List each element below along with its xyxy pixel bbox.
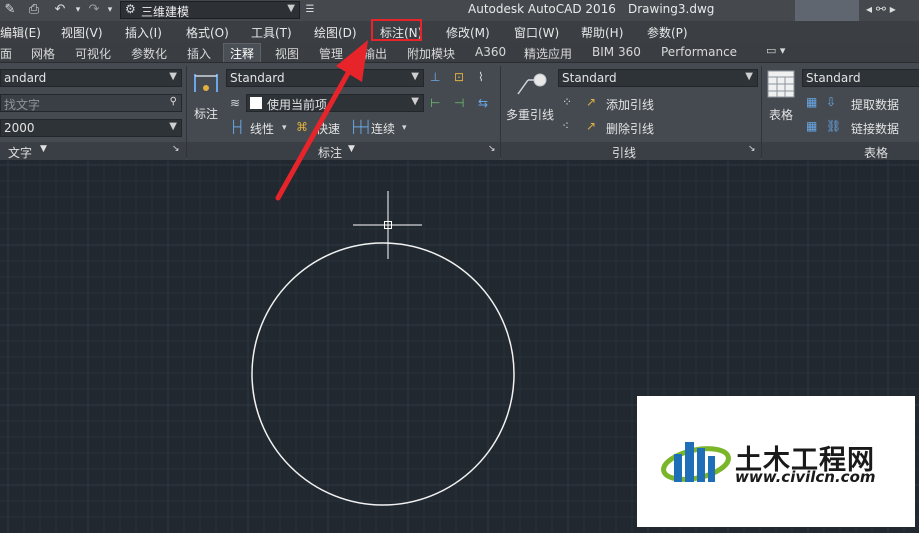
- watermark-url: www.civilcn.com: [735, 468, 876, 486]
- watermark-logo-icon: [660, 430, 732, 494]
